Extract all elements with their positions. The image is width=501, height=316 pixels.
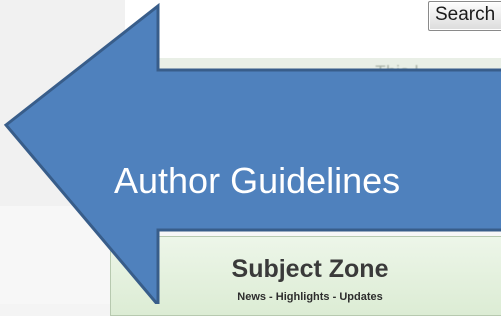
left-arrow-shape	[3, 2, 501, 304]
left-arrow-callout	[3, 2, 501, 304]
author-guidelines-label: Author Guidelines	[114, 160, 401, 201]
